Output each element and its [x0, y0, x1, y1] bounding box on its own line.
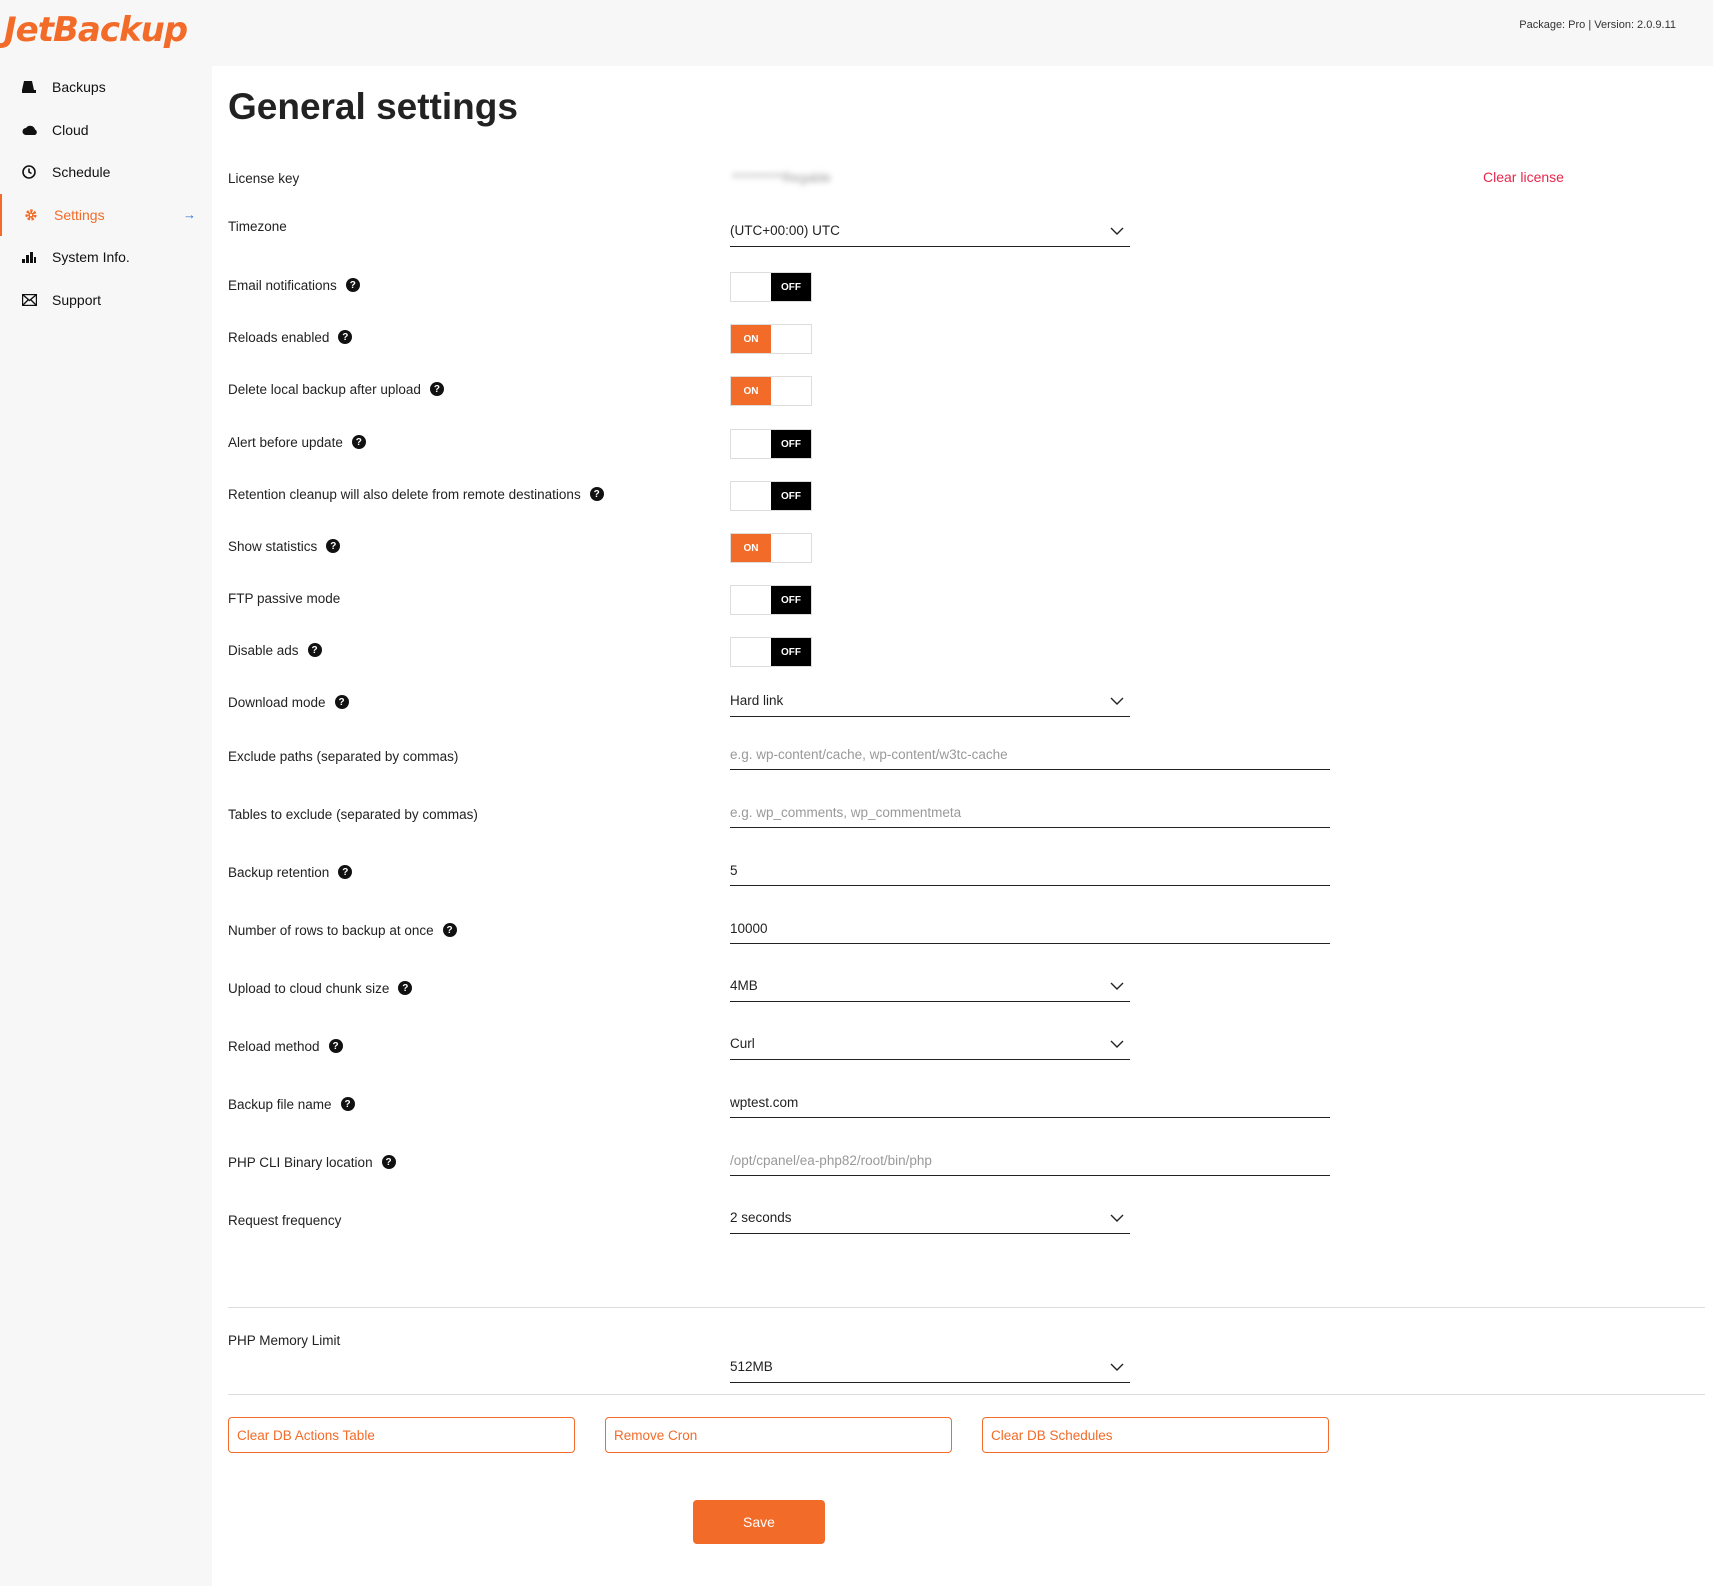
delete-local-label: Delete local backup after upload? — [228, 382, 444, 397]
help-icon[interactable]: ? — [328, 1039, 343, 1053]
sidebar-item-label: Cloud — [52, 121, 89, 138]
timezone-select[interactable]: (UTC+00:00) UTC — [730, 217, 1130, 247]
sidebar-item-label: Schedule — [52, 164, 111, 181]
help-icon[interactable]: ? — [334, 695, 349, 709]
backup-retention-label: Backup retention? — [228, 865, 353, 880]
rows-once-input[interactable]: 10000 — [730, 914, 1330, 944]
reloads-enabled-toggle[interactable]: ON — [730, 324, 812, 354]
request-frequency-label: Request frequency — [228, 1212, 342, 1228]
help-icon[interactable]: ? — [338, 865, 353, 879]
arrow-right-icon: → — [183, 207, 196, 223]
page-title: General settings — [228, 86, 518, 127]
sidebar-item-label: Backups — [52, 79, 106, 96]
exclude-paths-input[interactable]: e.g. wp-content/cache, wp-content/w3tc-c… — [730, 740, 1330, 770]
chevron-down-icon — [1110, 1037, 1124, 1051]
package-version-info: Package: Pro | Version: 2.0.9.11 — [1519, 19, 1676, 31]
timezone-value: (UTC+00:00) UTC — [730, 223, 840, 238]
reload-method-select[interactable]: Curl — [730, 1030, 1130, 1060]
backup-file-name-input[interactable]: wptest.com — [730, 1088, 1330, 1118]
remove-cron-button[interactable]: Remove Cron — [605, 1417, 952, 1453]
email-notifications-toggle[interactable]: OFF — [730, 272, 812, 302]
chevron-down-icon — [1110, 1211, 1124, 1225]
help-icon[interactable]: ? — [338, 330, 353, 344]
php-cli-label: PHP CLI Binary location? — [228, 1155, 396, 1170]
php-cli-input[interactable]: /opt/cpanel/ea-php82/root/bin/php — [730, 1146, 1330, 1176]
chevron-down-icon — [1110, 224, 1124, 238]
request-frequency-select[interactable]: 2 seconds — [730, 1204, 1130, 1234]
sidebar-item-label: Settings — [54, 206, 105, 223]
envelope-icon — [22, 293, 52, 306]
chevron-down-icon — [1110, 979, 1124, 993]
sidebar-item-cloud[interactable]: Cloud — [0, 109, 212, 152]
license-value: **********Regable — [732, 170, 832, 185]
help-icon[interactable]: ? — [340, 1097, 355, 1111]
alert-update-toggle[interactable]: OFF — [730, 429, 812, 459]
show-statistics-toggle[interactable]: ON — [730, 533, 812, 563]
timezone-label: Timezone — [228, 218, 287, 234]
tables-exclude-label: Tables to exclude (separated by commas) — [228, 806, 478, 822]
clear-license-link[interactable]: Clear license — [1483, 169, 1564, 185]
gear-icon — [24, 208, 54, 222]
help-icon[interactable]: ? — [345, 278, 360, 292]
chevron-down-icon — [1110, 1360, 1124, 1374]
chevron-down-icon — [1110, 694, 1124, 708]
sidebar-item-label: Support — [52, 291, 102, 308]
retention-cleanup-toggle[interactable]: OFF — [730, 481, 812, 511]
sidebar-nav: Backups Cloud Schedule Settings → System… — [0, 66, 212, 321]
sidebar-item-support[interactable]: Support — [0, 279, 212, 322]
show-statistics-label: Show statistics? — [228, 539, 341, 554]
ftp-passive-label: FTP passive mode — [228, 590, 341, 606]
disable-ads-toggle[interactable]: OFF — [730, 637, 812, 667]
chunk-size-select[interactable]: 4MB — [730, 972, 1130, 1002]
retention-cleanup-label: Retention cleanup will also delete from … — [228, 487, 604, 502]
license-row: License key — [228, 166, 299, 190]
disable-ads-label: Disable ads? — [228, 643, 322, 658]
backup-file-name-label: Backup file name? — [228, 1097, 355, 1112]
jetbackup-logo: JetBackup — [4, 10, 188, 50]
cloud-icon — [22, 124, 52, 136]
delete-local-toggle[interactable]: ON — [730, 376, 812, 406]
ftp-passive-toggle[interactable]: OFF — [730, 585, 812, 615]
sidebar-item-backups[interactable]: Backups — [0, 66, 212, 109]
sidebar-item-settings[interactable]: Settings → — [0, 193, 212, 236]
help-icon[interactable]: ? — [307, 643, 322, 657]
clock-icon — [22, 165, 52, 180]
help-icon[interactable]: ? — [442, 923, 457, 937]
divider — [228, 1307, 1705, 1308]
rows-once-label: Number of rows to backup at once? — [228, 923, 457, 938]
php-memory-label: PHP Memory Limit — [228, 1332, 341, 1348]
help-icon[interactable]: ? — [381, 1155, 396, 1169]
sidebar-item-schedule[interactable]: Schedule — [0, 151, 212, 194]
main-content: General settings License key **********R… — [212, 66, 1713, 1586]
reload-method-label: Reload method? — [228, 1039, 343, 1054]
clear-db-actions-button[interactable]: Clear DB Actions Table — [228, 1417, 575, 1453]
help-icon[interactable]: ? — [398, 981, 413, 995]
download-mode-label: Download mode? — [228, 695, 349, 710]
email-notifications-label: Email notifications? — [228, 278, 360, 293]
chunk-size-label: Upload to cloud chunk size? — [228, 981, 413, 996]
sidebar-item-system-info[interactable]: System Info. — [0, 236, 212, 279]
help-icon[interactable]: ? — [589, 487, 604, 501]
help-icon[interactable]: ? — [429, 382, 444, 396]
help-icon[interactable]: ? — [326, 539, 341, 553]
drive-icon — [22, 80, 52, 94]
tables-exclude-input[interactable]: e.g. wp_comments, wp_commentmeta — [730, 798, 1330, 828]
exclude-paths-label: Exclude paths (separated by commas) — [228, 748, 459, 764]
reloads-enabled-label: Reloads enabled? — [228, 330, 353, 345]
download-mode-select[interactable]: Hard link — [730, 687, 1130, 717]
php-memory-select[interactable]: 512MB — [730, 1353, 1130, 1383]
alert-update-label: Alert before update? — [228, 435, 366, 450]
backup-retention-input[interactable]: 5 — [730, 856, 1330, 886]
save-button[interactable]: Save — [693, 1500, 825, 1544]
chart-icon — [22, 250, 52, 264]
help-icon[interactable]: ? — [351, 435, 366, 449]
sidebar-item-label: System Info. — [52, 249, 130, 266]
license-label: License key — [228, 170, 300, 186]
clear-db-schedules-button[interactable]: Clear DB Schedules — [982, 1417, 1329, 1453]
divider — [228, 1394, 1705, 1395]
